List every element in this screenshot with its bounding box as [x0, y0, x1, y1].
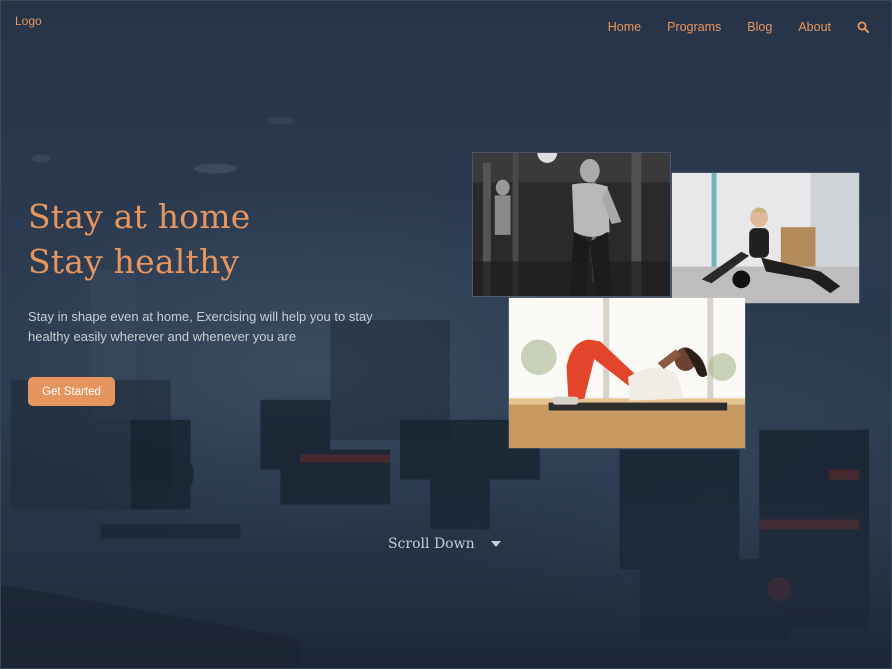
scroll-down-label: Scroll Down: [388, 536, 475, 552]
photo-man-cable-workout: [472, 152, 671, 297]
hero-subtitle: Stay in shape even at home, Exercising w…: [28, 309, 373, 344]
headline-line-1: Stay at home: [28, 197, 251, 236]
photo-woman-kettlebell: [671, 172, 860, 304]
nav-programs[interactable]: Programs: [667, 20, 721, 34]
hero-section: Logo Home Programs Blog About Stay at ho…: [0, 0, 892, 669]
nav-about[interactable]: About: [798, 20, 831, 34]
scroll-down-button[interactable]: Scroll Down: [388, 536, 501, 552]
caret-down-icon: [490, 541, 501, 547]
photo-woman-situps: [508, 297, 746, 449]
main-nav: Home Programs Blog About: [608, 20, 891, 34]
nav-home[interactable]: Home: [608, 20, 641, 34]
headline-line-2: Stay healthy: [28, 242, 240, 281]
search-icon[interactable]: [857, 21, 869, 33]
hero-headline: Stay at home Stay healthy: [28, 194, 250, 284]
get-started-button[interactable]: Get Started: [28, 377, 115, 406]
logo[interactable]: Logo: [15, 14, 42, 28]
nav-blog[interactable]: Blog: [747, 20, 772, 34]
